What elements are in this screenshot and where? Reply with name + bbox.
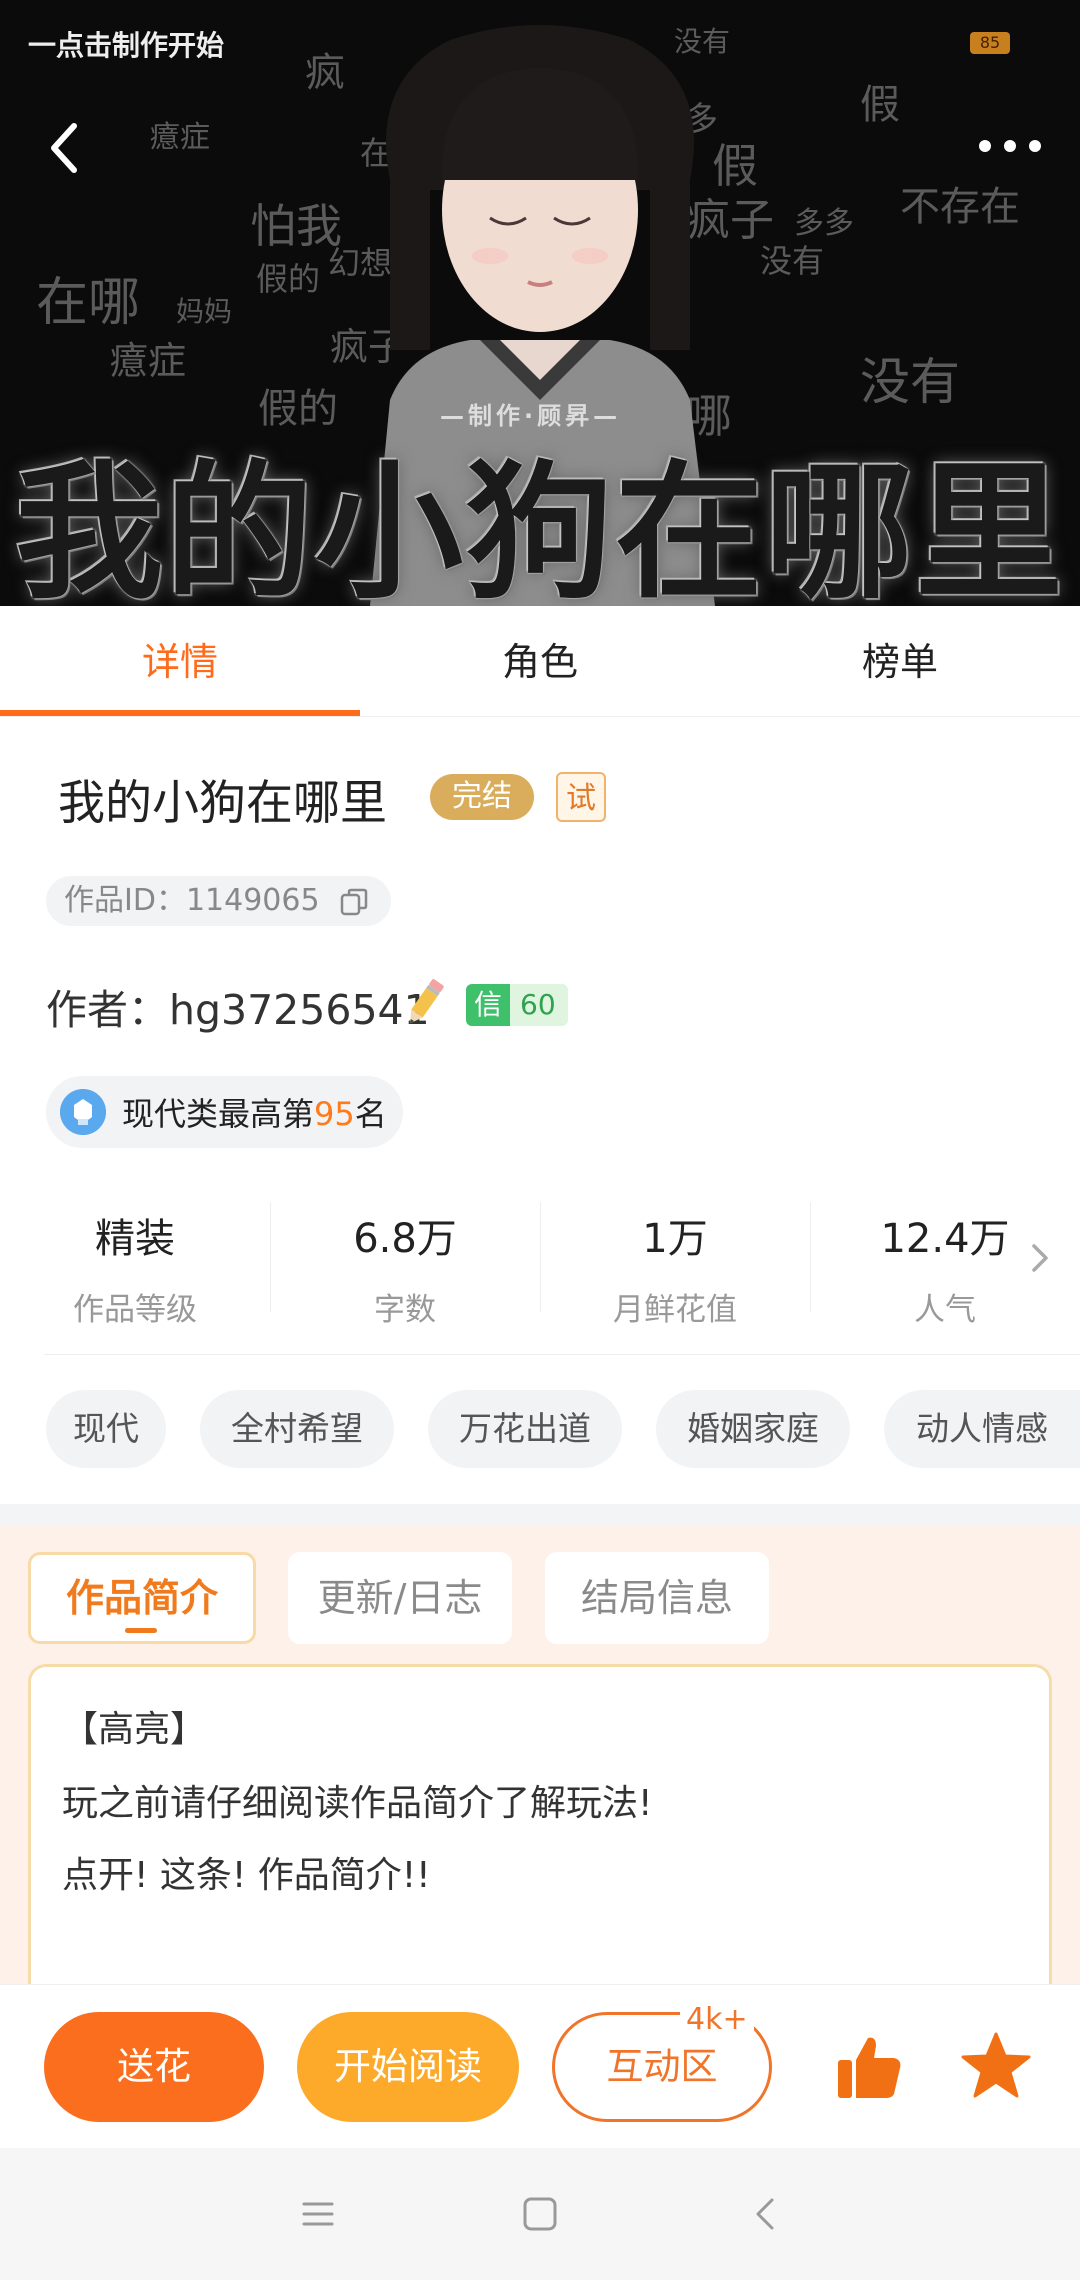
stat-value: 6.8万 [353,1216,457,1262]
stat-monthly-flowers: 1万 月鲜花值 [540,1188,810,1329]
cover-bg-word: 癔症 [150,120,210,155]
intro-tab-updates[interactable]: 更新/日志 [288,1552,512,1644]
menu-icon[interactable] [298,2194,338,2234]
stat-grade: 精装 作品等级 [0,1188,270,1329]
copy-icon[interactable] [339,887,369,917]
credit-score-badge: 信 60 [466,984,568,1026]
section-gap [0,1504,1080,1526]
cover-bg-word: 假 [860,82,900,128]
system-nav-bar [0,2148,1080,2280]
rank-medal-icon [60,1089,106,1135]
author-name[interactable]: 作者：hg37256541 [46,976,430,1036]
stat-label: 月鲜花值 [613,1292,737,1328]
rank-prefix: 现代类最高第 [122,1095,315,1133]
cover-bg-word: 多多 [794,206,854,241]
thumbs-up-icon[interactable] [834,2032,904,2102]
pencil-icon [410,979,444,1024]
send-flower-button[interactable]: 送花 [44,2012,264,2122]
credit-value: 60 [520,988,556,1021]
back-icon[interactable] [44,118,84,178]
tag-chip[interactable]: 万花出道 [428,1390,622,1468]
divider [44,1354,1080,1355]
cover-bg-word: 没有 [760,242,825,280]
interaction-count-badge: 4k+ [680,2002,754,2037]
tag-chip[interactable]: 全村希望 [200,1390,394,1468]
trial-badge: 试 [556,772,606,822]
completed-badge: 完结 [430,774,534,820]
start-reading-button[interactable]: 开始阅读 [297,2012,519,2122]
cover-bg-word: 在哪 [36,273,141,333]
detail-tabs: 详情 角色 榜单 [0,606,1080,717]
battery-indicator: 85 [970,32,1010,54]
more-options-icon[interactable] [975,126,1045,166]
stat-label: 字数 [374,1292,436,1328]
tag-chip[interactable]: 现代 [46,1390,166,1468]
cover-bg-word: 妈妈 [176,295,233,328]
cover-bg-word: 没有 [860,353,960,411]
intro-tab-endings[interactable]: 结局信息 [545,1552,769,1644]
cover-bg-word: 假的 [256,260,321,298]
chevron-right-icon[interactable] [1028,1238,1052,1278]
stats-row[interactable]: 精装 作品等级 6.8万 字数 1万 月鲜花值 12.4万 人气 [0,1188,1080,1356]
tag-chip[interactable]: 婚姻家庭 [656,1390,850,1468]
work-title: 我的小狗在哪里 [58,776,387,831]
work-id-chip[interactable]: 作品ID：1149065 [46,876,392,926]
cover-banner: 疯 没有 假 癔症 在哪 多多 假 疯子 不存在 怕我 幻想 假的 在哪 没有 … [0,0,1080,606]
tab-rankings[interactable]: 榜单 [720,606,1080,716]
tab-details[interactable]: 详情 [0,606,360,716]
star-icon[interactable] [960,2030,1032,2102]
tag-chip[interactable]: 动人情感 [884,1390,1080,1468]
tab-characters[interactable]: 角色 [360,606,720,716]
stat-label: 人气 [914,1292,976,1328]
intro-tab-indicator [125,1628,157,1633]
intro-line: 点开! 这条! 作品简介!! [62,1855,431,1896]
status-bar-text: 一点击制作开始 [28,29,225,62]
cover-bg-word: 癔症 [110,339,187,383]
active-tab-indicator [0,710,360,716]
home-icon[interactable] [520,2194,560,2234]
stat-word-count: 6.8万 字数 [270,1188,540,1329]
intro-line: 玩之前请仔细阅读作品简介了解玩法! [62,1783,653,1824]
rank-suffix: 名 [354,1095,387,1133]
system-back-icon[interactable] [746,2194,786,2234]
work-id-text: 作品ID：1149065 [64,883,320,918]
intro-line: 【高亮】 [62,1709,207,1750]
stat-value: 1万 [642,1216,708,1262]
ranking-chip[interactable]: 现代类最高第95名 [46,1076,403,1148]
cover-bg-word: 不存在 [900,184,1020,230]
rank-number: 95 [314,1095,355,1133]
stat-value: 精装 [95,1216,175,1262]
stat-label: 作品等级 [73,1292,197,1328]
cover-title: 我的小狗在哪里 [15,445,1065,606]
credit-label: 信 [466,984,510,1026]
rank-text: 现代类最高第95名 [122,1089,387,1135]
